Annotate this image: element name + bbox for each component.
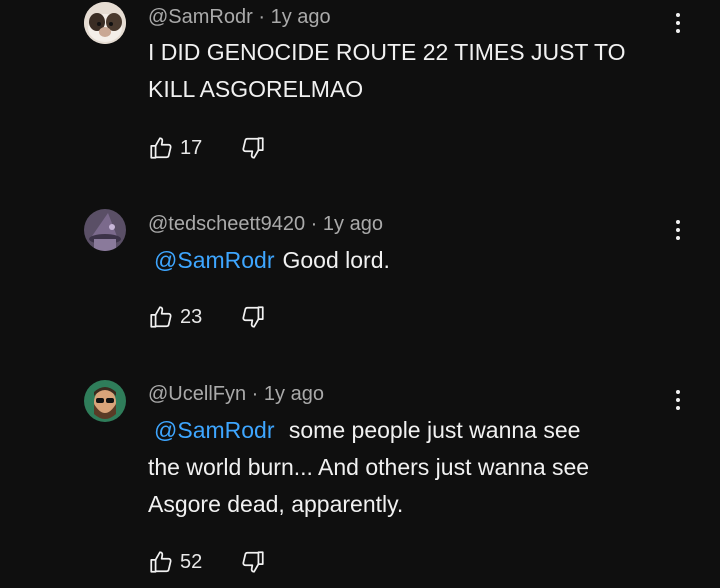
comment-line-text: some people just wanna see — [288, 417, 581, 443]
comment-line: @SamRodr Good lord. — [148, 242, 668, 279]
thumbs-down-icon[interactable] — [240, 135, 266, 161]
author-name[interactable]: @SamRodr — [148, 6, 253, 28]
author-name[interactable]: @tedscheett9420 — [148, 213, 305, 235]
comment-meta: @UcellFyn · 1y ago — [148, 383, 324, 406]
more-vert-icon[interactable] — [668, 385, 688, 415]
like-count: 52 — [180, 550, 203, 573]
comment-age[interactable]: 1y ago — [264, 383, 324, 405]
comment-text: I DID GENOCIDE ROUTE 22 TIMES JUST TO KI… — [148, 34, 668, 108]
mention-link[interactable]: @SamRodr — [154, 417, 275, 443]
meta-separator: · — [258, 6, 266, 28]
meta-separator: · — [251, 383, 259, 405]
comment-meta: @SamRodr · 1y ago — [148, 6, 331, 29]
like-count: 23 — [180, 305, 203, 328]
comment-actions: 52 — [148, 547, 266, 577]
comment-age[interactable]: 1y ago — [271, 6, 331, 28]
more-vert-icon[interactable] — [668, 8, 688, 38]
comment-line: Asgore dead, apparently. — [148, 491, 404, 517]
thumbs-down-icon[interactable] — [240, 549, 266, 575]
thumbs-down-icon[interactable] — [240, 304, 266, 330]
author-name[interactable]: @UcellFyn — [148, 383, 246, 405]
like-count: 17 — [180, 136, 203, 159]
comment-line: the world burn... And others just wanna … — [148, 454, 590, 480]
thumbs-up-icon[interactable] — [148, 135, 174, 161]
avatar[interactable] — [84, 2, 126, 44]
comment-line: I DID GENOCIDE ROUTE 22 TIMES JUST TO — [148, 39, 626, 65]
mention-link[interactable]: @SamRodr — [154, 247, 275, 273]
more-vert-icon[interactable] — [668, 215, 688, 245]
comment-line: KILL ASGORELMAO — [148, 76, 364, 102]
comment-line: @SamRodr some people just wanna see — [148, 412, 668, 449]
thumbs-up-icon[interactable] — [148, 304, 174, 330]
comment-line-text: Good lord. — [282, 247, 390, 273]
comment-actions: 17 — [148, 133, 266, 163]
comment-age[interactable]: 1y ago — [323, 213, 383, 235]
thumbs-up-icon[interactable] — [148, 549, 174, 575]
comment-text: @SamRodr some people just wanna see the … — [148, 412, 668, 523]
avatar[interactable] — [84, 380, 126, 422]
comment-actions: 23 — [148, 302, 266, 332]
comment-meta: @tedscheett9420 · 1y ago — [148, 213, 383, 236]
avatar[interactable] — [84, 209, 126, 251]
comment-text: @SamRodr Good lord. — [148, 242, 668, 279]
meta-separator: · — [310, 213, 318, 235]
